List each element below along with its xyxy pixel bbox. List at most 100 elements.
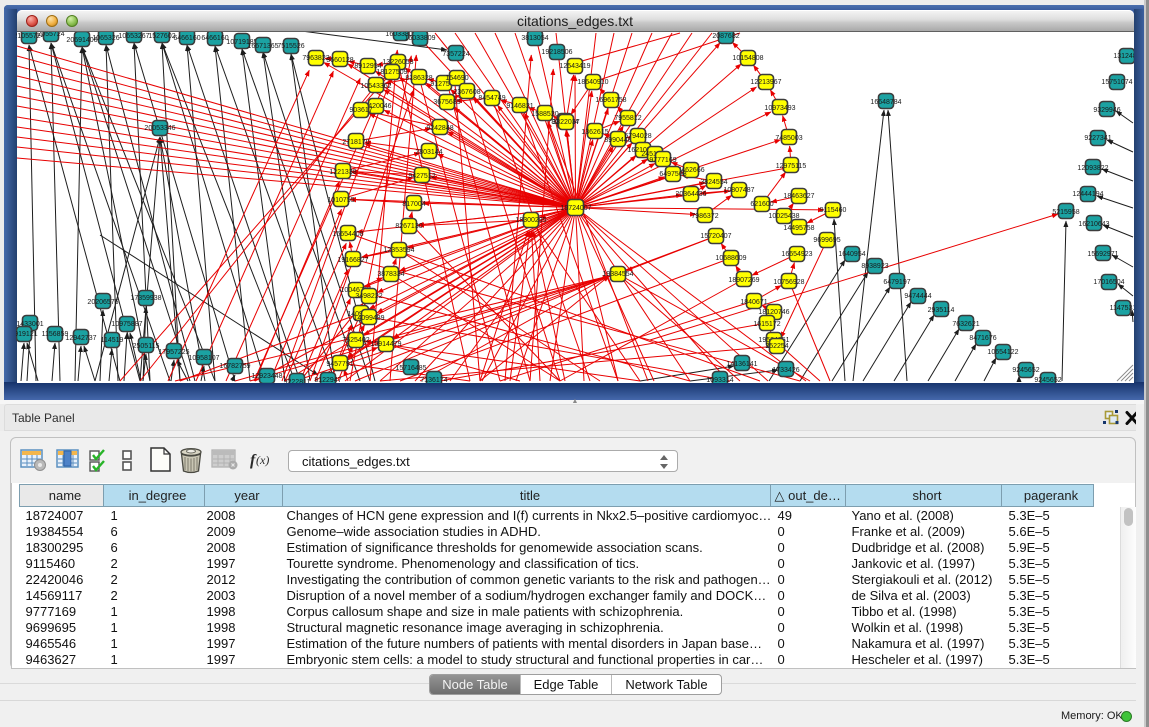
svg-text:10807487: 10807487 bbox=[723, 187, 754, 194]
svg-text:12923448: 12923448 bbox=[251, 373, 282, 380]
svg-text:7357224: 7357224 bbox=[442, 51, 469, 58]
svg-text:7515526: 7515526 bbox=[277, 43, 304, 50]
svg-text:9457791: 9457791 bbox=[326, 361, 353, 368]
svg-text:7485003: 7485003 bbox=[775, 135, 802, 142]
svg-text:2935114: 2935114 bbox=[928, 307, 955, 314]
svg-text:17016504: 17016504 bbox=[1093, 279, 1124, 286]
svg-text:7955812: 7955812 bbox=[614, 115, 641, 122]
svg-text:15751074: 15751074 bbox=[1101, 79, 1132, 86]
svg-text:1362615: 1362615 bbox=[581, 129, 608, 136]
svg-text:1527602: 1527602 bbox=[148, 33, 175, 40]
svg-text:20364436: 20364436 bbox=[675, 191, 706, 198]
svg-text:8186328: 8186328 bbox=[405, 75, 432, 82]
svg-text:1312480: 1312480 bbox=[1113, 53, 1134, 60]
svg-text:14495758: 14495758 bbox=[783, 225, 814, 232]
svg-text:154690: 154690 bbox=[445, 75, 468, 82]
svg-text:1065326: 1065326 bbox=[92, 35, 119, 42]
svg-text:20053346: 20053346 bbox=[144, 125, 175, 132]
svg-text:2505115: 2505115 bbox=[133, 343, 160, 350]
svg-text:16033809: 16033809 bbox=[404, 35, 435, 42]
svg-text:10688609: 10688609 bbox=[715, 255, 746, 262]
svg-text:10975887: 10975887 bbox=[111, 321, 142, 328]
svg-text:19218506: 19218506 bbox=[541, 49, 572, 56]
svg-text:10973493: 10973493 bbox=[764, 105, 795, 112]
svg-text:12543419: 12543419 bbox=[559, 63, 590, 70]
svg-text:15716485: 15716485 bbox=[395, 365, 426, 372]
svg-text:16671365: 16671365 bbox=[247, 43, 278, 50]
svg-text:18300295: 18300295 bbox=[515, 217, 546, 224]
svg-text:2803144: 2803144 bbox=[415, 149, 442, 156]
svg-text:12975115: 12975115 bbox=[776, 163, 807, 170]
svg-text:10654122: 10654122 bbox=[987, 349, 1018, 356]
svg-text:3919121: 3919121 bbox=[16, 331, 38, 338]
svg-text:8122947: 8122947 bbox=[314, 377, 341, 383]
svg-text:5215958: 5215958 bbox=[1052, 209, 1079, 216]
svg-text:15692971: 15692971 bbox=[1087, 251, 1118, 258]
svg-text:9245652: 9245652 bbox=[1034, 377, 1061, 383]
svg-text:1221338: 1221338 bbox=[329, 169, 356, 176]
svg-text:18907269: 18907269 bbox=[728, 277, 759, 284]
svg-text:3660128: 3660128 bbox=[326, 57, 353, 64]
svg-text:16648784: 16648784 bbox=[870, 99, 901, 106]
svg-text:6479197: 6479197 bbox=[883, 279, 910, 286]
svg-text:18463627: 18463627 bbox=[783, 193, 814, 200]
svg-text:9146821: 9146821 bbox=[506, 103, 533, 110]
svg-text:3498222: 3498222 bbox=[355, 293, 382, 300]
svg-text:12213967: 12213967 bbox=[750, 79, 781, 86]
svg-text:15720407: 15720407 bbox=[700, 233, 731, 240]
svg-text:9222811: 9222811 bbox=[284, 379, 311, 383]
svg-text:12942737: 12942737 bbox=[65, 335, 96, 342]
svg-text:12093822: 12093822 bbox=[1077, 165, 1108, 172]
svg-text:1147531: 1147531 bbox=[1110, 305, 1134, 312]
svg-text:18640910: 18640910 bbox=[577, 79, 608, 86]
svg-text:17957225: 17957225 bbox=[158, 349, 189, 356]
svg-text:903617: 903617 bbox=[349, 107, 372, 114]
svg-text:2718170: 2718170 bbox=[342, 139, 369, 146]
svg-text:10154808: 10154808 bbox=[732, 55, 763, 62]
svg-text:2367608: 2367608 bbox=[453, 89, 480, 96]
svg-text:(x): (x) bbox=[256, 453, 269, 467]
svg-text:14136141: 14136141 bbox=[726, 361, 757, 368]
svg-text:18724007: 18724007 bbox=[560, 205, 591, 212]
svg-text:7632621: 7632621 bbox=[952, 321, 979, 328]
svg-text:16961758: 16961758 bbox=[595, 97, 626, 104]
svg-text:9242848: 9242848 bbox=[426, 125, 453, 132]
svg-text:8938923: 8938923 bbox=[861, 263, 888, 270]
svg-text:1588520: 1588520 bbox=[531, 111, 558, 118]
svg-text:6466160: 6466160 bbox=[173, 35, 200, 42]
svg-text:12444194: 12444194 bbox=[1072, 191, 1103, 198]
svg-text:1640954: 1640954 bbox=[838, 251, 865, 258]
svg-text:3813054: 3813054 bbox=[521, 35, 548, 42]
svg-text:3878334: 3878334 bbox=[377, 271, 404, 278]
svg-text:7136174: 7136174 bbox=[420, 377, 447, 383]
svg-text:19384554: 19384554 bbox=[602, 271, 633, 278]
svg-text:18127509: 18127509 bbox=[376, 69, 407, 76]
svg-text:9474444: 9474444 bbox=[904, 293, 931, 300]
svg-text:8454749: 8454749 bbox=[478, 95, 505, 102]
svg-text:3675685: 3675685 bbox=[433, 99, 460, 106]
svg-text:7625402: 7625402 bbox=[342, 337, 369, 344]
svg-text:10543362: 10543362 bbox=[360, 83, 391, 90]
svg-text:14099489: 14099489 bbox=[353, 315, 384, 322]
svg-text:2087682: 2087682 bbox=[712, 33, 739, 40]
svg-text:9329946: 9329946 bbox=[1093, 107, 1120, 114]
svg-text:10958107: 10958107 bbox=[188, 355, 219, 362]
svg-text:817004: 817004 bbox=[402, 201, 425, 208]
svg-text:114519: 114519 bbox=[101, 337, 124, 344]
svg-text:3822037: 3822037 bbox=[552, 119, 579, 126]
svg-text:9115460: 9115460 bbox=[820, 207, 847, 214]
svg-text:6466160: 6466160 bbox=[201, 35, 228, 42]
svg-text:8471676: 8471676 bbox=[969, 335, 996, 342]
svg-text:7986372: 7986372 bbox=[691, 213, 718, 220]
svg-text:6794028: 6794028 bbox=[624, 133, 651, 140]
svg-text:10756928: 10756928 bbox=[773, 279, 804, 286]
svg-text:9777169: 9777169 bbox=[649, 157, 676, 164]
svg-text:1615172: 1615172 bbox=[753, 321, 780, 328]
svg-text:1840671: 1840671 bbox=[740, 299, 767, 306]
svg-text:16654923: 16654923 bbox=[781, 251, 812, 258]
svg-text:1093314: 1093314 bbox=[706, 377, 733, 383]
svg-text:17359938: 17359938 bbox=[130, 295, 161, 302]
svg-text:19166827: 19166827 bbox=[337, 257, 368, 264]
svg-text:3824554: 3824554 bbox=[700, 179, 727, 186]
svg-text:252254: 252254 bbox=[765, 343, 788, 350]
